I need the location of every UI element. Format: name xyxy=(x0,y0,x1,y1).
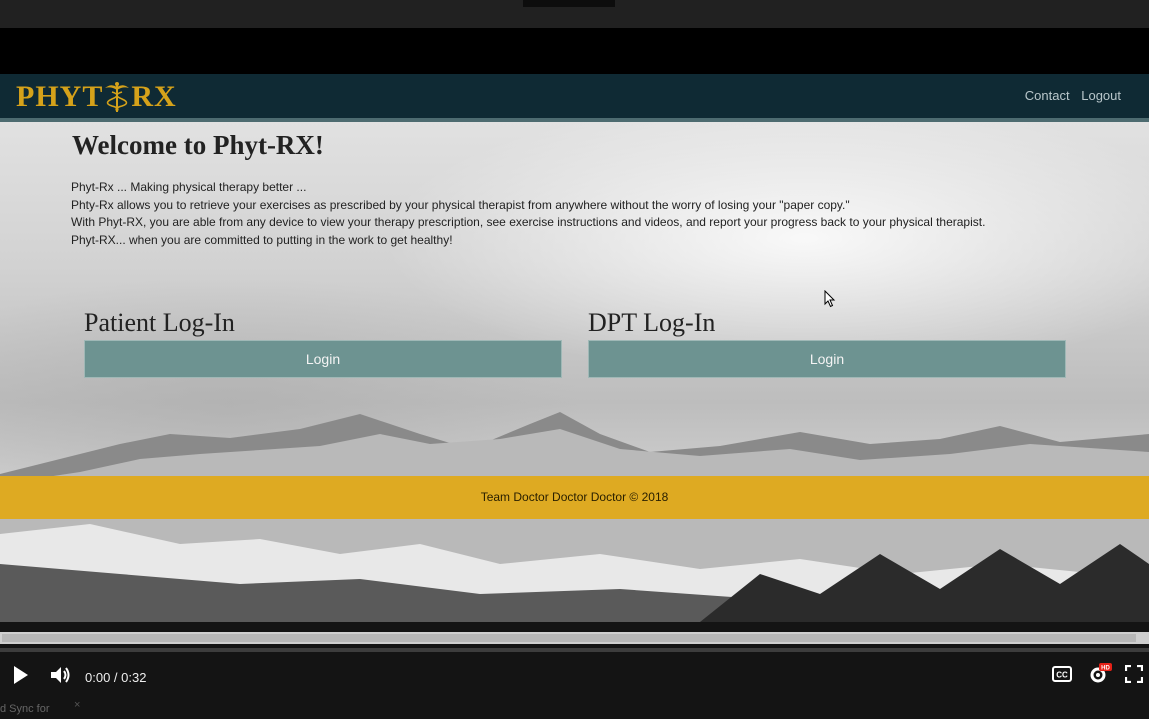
control-bar: 0:00 / 0:32 CC HD xyxy=(0,662,1149,692)
intro-line: Phty-Rx allows you to retrieve your exer… xyxy=(71,197,850,212)
nav-logout-link[interactable]: Logout xyxy=(1081,88,1121,103)
footer-text: Team Doctor Doctor Doctor © 2018 xyxy=(480,490,669,504)
dpt-login-section: DPT Log-In Login xyxy=(588,308,1066,378)
settings-icon[interactable]: HD xyxy=(1088,663,1112,685)
video-progress-bar[interactable] xyxy=(0,648,1149,652)
caduceus-icon xyxy=(105,82,130,112)
nav-contact-link[interactable]: Contact xyxy=(1025,88,1070,103)
dpt-login-button[interactable]: Login xyxy=(588,340,1066,378)
browser-tab[interactable] xyxy=(523,0,615,7)
time-display: 0:00 / 0:32 xyxy=(85,670,147,685)
logo-text-right: RX xyxy=(131,80,177,113)
patient-login-title: Patient Log-In xyxy=(84,308,235,337)
patient-login-section: Patient Log-In Login xyxy=(84,308,562,378)
patient-login-button[interactable]: Login xyxy=(84,340,562,378)
dpt-login-title: DPT Log-In xyxy=(588,308,716,337)
nav-links: Contact Logout xyxy=(1017,88,1121,103)
close-icon[interactable]: × xyxy=(74,699,80,711)
below-player-text: d Sync for × xyxy=(0,699,80,715)
fullscreen-icon[interactable] xyxy=(1125,665,1143,683)
video-letterbox-top xyxy=(0,28,1149,74)
below-text: d Sync for xyxy=(0,703,50,715)
intro-line: Phyt-Rx ... Making physical therapy bett… xyxy=(71,180,307,194)
intro-text: Phyt-Rx ... Making physical therapy bett… xyxy=(71,179,985,249)
page-title: Welcome to Phyt-RX! xyxy=(72,130,324,160)
browser-top-bar xyxy=(0,0,1149,28)
cc-icon[interactable]: CC xyxy=(1052,666,1072,682)
logo[interactable]: PHYT RX xyxy=(16,80,177,114)
hd-badge: HD xyxy=(1101,666,1110,672)
page-scrollbar[interactable] xyxy=(0,632,1149,644)
volume-icon[interactable] xyxy=(50,665,72,685)
video-frame[interactable]: PHYT RX Contact Logout Welcome to Phyt-R… xyxy=(0,74,1149,622)
intro-line: Phyt-RX... when you are committed to put… xyxy=(71,232,453,247)
scrollbar-thumb[interactable] xyxy=(2,634,1136,642)
intro-line: With Phyt-RX, you are able from any devi… xyxy=(71,215,986,229)
play-icon[interactable] xyxy=(12,665,30,685)
cursor-icon xyxy=(824,290,836,308)
video-player-controls: 0:00 / 0:32 CC HD d Sync for × xyxy=(0,622,1149,719)
footer: Team Doctor Doctor Doctor © 2018 xyxy=(0,476,1149,519)
logo-text-left: PHYT xyxy=(16,80,104,113)
navbar: PHYT RX Contact Logout xyxy=(0,74,1149,122)
svg-text:CC: CC xyxy=(1056,671,1068,680)
